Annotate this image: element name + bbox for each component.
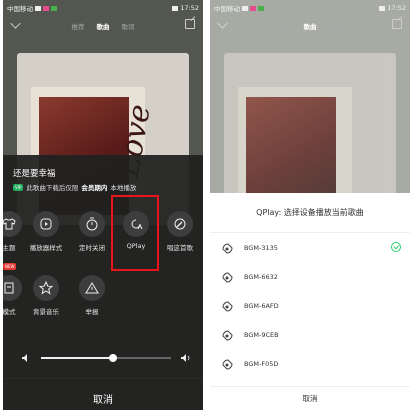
battery-icon bbox=[172, 5, 179, 11]
chevron-down-icon[interactable] bbox=[10, 18, 21, 29]
tab-lyrics[interactable]: 歌词 bbox=[122, 21, 135, 31]
battery-icon bbox=[379, 5, 386, 11]
speaker-icon bbox=[222, 271, 233, 283]
option-report[interactable]: 举报 bbox=[67, 275, 117, 316]
app-notification-icon bbox=[258, 5, 264, 11]
option-background-music[interactable]: 背景音乐 bbox=[21, 275, 71, 316]
option-player-style[interactable]: 播放器样式 bbox=[21, 211, 71, 252]
clock: 17:52 bbox=[180, 4, 199, 12]
player-tabs: 推荐 歌曲 歌词 bbox=[279, 21, 342, 31]
device-item[interactable]: BGM-3135 bbox=[210, 233, 410, 262]
clock: 17:52 bbox=[387, 4, 406, 12]
option-label: 背景音乐 bbox=[33, 308, 59, 316]
mode-icon bbox=[3, 275, 22, 301]
option-label: 唱这首歌 bbox=[167, 244, 193, 252]
player-header: 推荐 歌曲 歌词 bbox=[210, 17, 410, 35]
player-header: 推荐 歌曲 歌词 bbox=[3, 17, 203, 35]
volume-knob[interactable] bbox=[108, 354, 117, 362]
device-item[interactable]: BGM-9CEB bbox=[210, 320, 410, 349]
player-style-icon bbox=[33, 211, 59, 237]
device-name: BGM-9CEB bbox=[244, 330, 279, 339]
timer-icon bbox=[79, 211, 105, 237]
option-label: 举报 bbox=[85, 308, 99, 316]
speaker-icon bbox=[222, 329, 233, 341]
share-icon[interactable] bbox=[392, 19, 402, 29]
device-item[interactable]: BGM-6632 bbox=[210, 262, 410, 291]
tab-recommend[interactable]: 推荐 bbox=[72, 21, 85, 31]
device-name: BGM-6AFD bbox=[244, 301, 279, 310]
right-screen: 中国移动 17:52 推荐 歌曲 歌词 QPlay: 选择设备播放当前歌曲 BG… bbox=[210, 0, 410, 410]
option-timer[interactable]: 定时关闭 bbox=[67, 211, 117, 252]
volume-track[interactable] bbox=[41, 354, 171, 362]
tab-recommend[interactable]: 推荐 bbox=[279, 21, 292, 31]
option-karaoke[interactable]: 唱这首歌 bbox=[155, 211, 203, 252]
status-bar: 中国移动 17:52 bbox=[210, 0, 410, 16]
tab-song[interactable]: 歌曲 bbox=[97, 21, 110, 31]
tab-lyrics[interactable]: 歌词 bbox=[329, 21, 342, 31]
cancel-button[interactable]: 取消 bbox=[210, 393, 410, 404]
notice-text-bold: 会员期内 bbox=[81, 184, 108, 192]
device-list: BGM-3135 BGM-6632 BGM-6AFD BGM-9CEB BGM-… bbox=[210, 233, 410, 378]
selected-check-icon bbox=[391, 242, 401, 252]
new-badge: NEW bbox=[3, 263, 17, 270]
more-options-sheet: 还是要幸福 VIP 此歌曲下载后仅限 会员期内 本地播放 主题 播放器样式 定时关闭 bbox=[3, 155, 203, 410]
device-name: BGM-F05D bbox=[244, 359, 279, 368]
divider bbox=[210, 386, 410, 387]
carrier-label: 中国移动 bbox=[7, 5, 33, 13]
signal-icon bbox=[35, 5, 41, 11]
karaoke-mic-icon bbox=[167, 211, 193, 237]
qplay-highlight-frame bbox=[111, 195, 159, 271]
share-icon[interactable] bbox=[185, 19, 195, 29]
notice-text-post: 本地播放 bbox=[110, 184, 137, 192]
tab-song[interactable]: 歌曲 bbox=[304, 21, 317, 31]
option-label: 定时关闭 bbox=[79, 244, 105, 252]
volume-fill bbox=[41, 357, 113, 359]
warning-icon bbox=[79, 275, 105, 301]
download-notice: VIP 此歌曲下载后仅限 会员期内 本地播放 bbox=[13, 182, 136, 192]
shirt-icon bbox=[3, 211, 22, 237]
volume-high-icon bbox=[181, 354, 190, 362]
option-label: 播放器样式 bbox=[29, 244, 63, 252]
chevron-down-icon[interactable] bbox=[217, 18, 228, 29]
device-name: BGM-6632 bbox=[244, 272, 278, 281]
divider bbox=[3, 378, 203, 379]
volume-low-icon bbox=[22, 354, 27, 362]
app-notification-icon bbox=[51, 5, 57, 11]
device-name: BGM-3135 bbox=[244, 243, 278, 252]
signal-icon bbox=[242, 5, 248, 11]
speaker-icon bbox=[222, 242, 233, 254]
volume-slider[interactable] bbox=[13, 351, 193, 365]
song-title: 还是要幸福 bbox=[13, 169, 56, 179]
device-item[interactable]: BGM-6AFD bbox=[210, 291, 410, 320]
background-music-icon bbox=[33, 275, 59, 301]
player-tabs: 推荐 歌曲 歌词 bbox=[72, 21, 135, 31]
left-screen: 中国移动 17:52 推荐 歌曲 歌词 Love 还是要幸福 VIP 此歌曲下载… bbox=[3, 0, 203, 410]
status-bar: 中国移动 17:52 bbox=[3, 0, 203, 16]
carrier-label: 中国移动 bbox=[214, 5, 240, 13]
device-item[interactable]: BGM-F05D bbox=[210, 349, 410, 378]
app-notification-icon bbox=[250, 5, 256, 11]
cancel-button[interactable]: 取消 bbox=[3, 391, 203, 406]
app-notification-icon bbox=[43, 5, 49, 11]
qplay-device-dialog: QPlay: 选择设备播放当前歌曲 BGM-3135 BGM-6632 BGM-… bbox=[210, 193, 410, 410]
vip-badge: VIP bbox=[13, 183, 24, 191]
dialog-title: QPlay: 选择设备播放当前歌曲 bbox=[210, 193, 410, 233]
notice-text-pre: 此歌曲下载后仅限 bbox=[26, 184, 79, 192]
speaker-icon bbox=[222, 358, 233, 370]
speaker-icon bbox=[222, 300, 233, 312]
